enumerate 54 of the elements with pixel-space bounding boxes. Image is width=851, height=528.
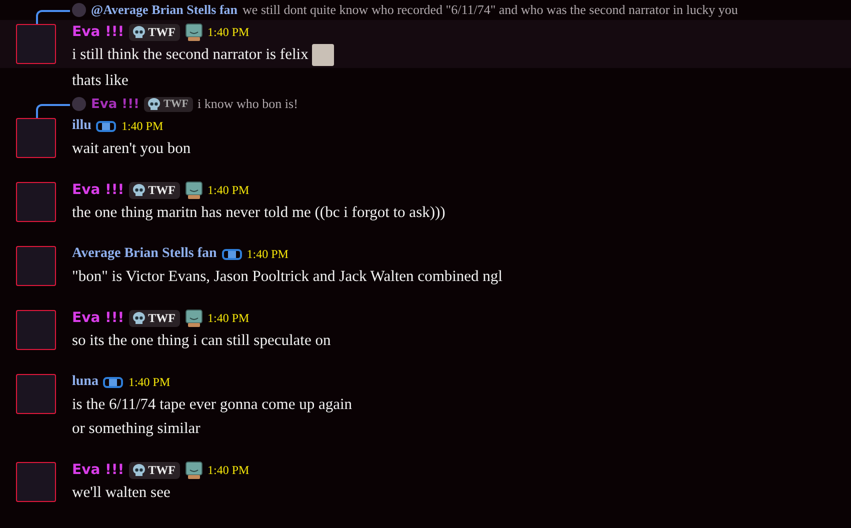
avatar <box>16 374 56 414</box>
reply-avatar <box>72 97 86 111</box>
username[interactable]: Eva !!! <box>72 182 124 198</box>
username[interactable]: Average Brian Stells fan <box>72 246 217 262</box>
username[interactable]: luna <box>72 374 98 390</box>
skull-icon <box>132 463 146 477</box>
bandage-icon <box>103 374 124 390</box>
message-text: "bon" is Victor Evans, Jason Pooltrick and Jack Walten combined ngl <box>72 267 502 287</box>
role-tag-label: TWF <box>148 182 176 198</box>
message-text: wait aren't you bon <box>72 139 191 159</box>
role-tag-label: TWF <box>148 24 176 40</box>
role-tag-label: TWF <box>148 462 176 478</box>
username[interactable]: Eva !!! <box>72 462 124 478</box>
reply-avatar <box>72 3 86 17</box>
message-text: thats like <box>72 71 128 91</box>
role-tag-label: TWF <box>148 310 176 326</box>
timestamp: 1:40 PM <box>246 246 288 262</box>
reply-author: @Average Brian Stells fan <box>91 2 238 18</box>
message-text: or something similar <box>72 419 202 439</box>
monitor-icon <box>184 460 203 480</box>
monitor-icon <box>184 22 203 42</box>
avatar <box>16 246 56 286</box>
avatar <box>16 182 56 222</box>
reply-author: Eva !!! <box>91 96 140 112</box>
skull-icon <box>147 97 162 111</box>
avatar <box>16 24 56 64</box>
monitor-icon <box>184 180 203 200</box>
message-text: is the 6/11/74 tape ever gonna come up again <box>72 395 352 415</box>
timestamp: 1:40 PM <box>121 118 164 134</box>
role-tag-label: TWF <box>163 98 189 110</box>
timestamp: 1:40 PM <box>208 462 250 478</box>
username[interactable]: Eva !!! <box>72 24 124 40</box>
reply-preview-text: i know who bon is! <box>198 96 298 112</box>
username[interactable]: illu <box>72 118 92 134</box>
timestamp: 1:40 PM <box>208 310 250 326</box>
skull-icon <box>132 183 146 197</box>
monitor-icon <box>184 308 203 328</box>
bandage-icon <box>222 246 242 262</box>
message-text: i still think the second narrator is felix <box>72 45 308 65</box>
skull-icon <box>132 311 146 325</box>
cat-emoji <box>312 44 334 66</box>
reply-preview-text: we still dont quite know who recorded "6/11/74" and who was the second narrator in lucky you <box>242 2 738 18</box>
timestamp: 1:40 PM <box>208 182 250 198</box>
bandage-icon <box>96 118 116 134</box>
avatar <box>16 462 56 502</box>
avatar <box>16 118 56 158</box>
username[interactable]: Eva !!! <box>72 310 124 326</box>
message-text: so its the one thing i can still speculate on <box>72 331 331 351</box>
skull-icon <box>132 25 146 39</box>
timestamp: 1:40 PM <box>208 24 250 40</box>
timestamp: 1:40 PM <box>128 374 170 390</box>
message-text: the one thing maritn has never told me ((bc i forgot to ask))) <box>72 203 446 223</box>
message-text: we'll walten see <box>72 483 172 503</box>
avatar <box>16 310 56 350</box>
